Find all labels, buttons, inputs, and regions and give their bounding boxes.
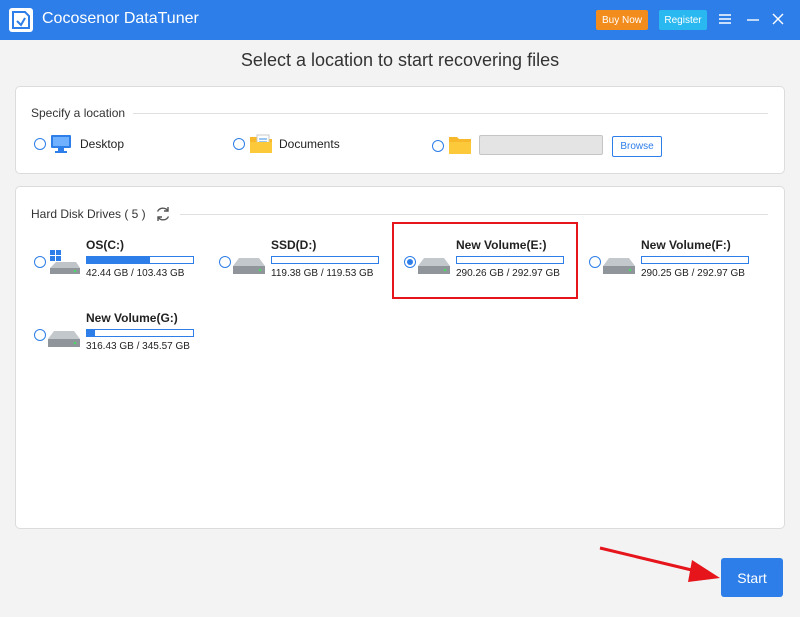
custom-path-radio[interactable]	[432, 140, 444, 152]
drive-name: New Volume(G:)	[86, 311, 178, 325]
documents-radio[interactable]	[233, 138, 245, 150]
drive-item-c[interactable]: OS(C:) 42.44 GB / 103.43 GB	[34, 236, 214, 296]
drive-radio[interactable]	[589, 256, 601, 268]
app-title: Cocosenor DataTuner	[42, 10, 199, 27]
section-divider	[130, 113, 768, 114]
drive-size: 42.44 GB / 103.43 GB	[86, 268, 185, 279]
start-button[interactable]: Start	[721, 558, 783, 597]
folder-icon	[448, 133, 472, 157]
drive-usage-fill	[87, 330, 96, 336]
drive-item-f[interactable]: New Volume(F:) 290.25 GB / 292.97 GB	[589, 236, 769, 296]
drive-radio[interactable]	[34, 256, 46, 268]
drive-usage-bar	[641, 256, 749, 264]
menu-icon[interactable]	[718, 12, 732, 26]
drive-item-d[interactable]: SSD(D:) 119.38 GB / 119.53 GB	[219, 236, 399, 296]
buy-now-button[interactable]: Buy Now	[596, 10, 648, 30]
monitor-icon	[50, 133, 72, 155]
drives-section-label: Hard Disk Drives ( 5 )	[31, 207, 154, 221]
section-divider	[180, 214, 768, 215]
page-title: Select a location to start recovering fi…	[240, 50, 560, 70]
hard-drive-icon	[46, 317, 80, 351]
drive-usage-bar	[271, 256, 379, 264]
hard-drive-icon	[231, 244, 265, 278]
desktop-label[interactable]: Desktop	[80, 137, 124, 151]
annotation-arrow-icon	[596, 540, 726, 590]
drive-size: 316.43 GB / 345.57 GB	[86, 341, 190, 352]
selection-highlight-box	[392, 222, 578, 299]
drive-item-g[interactable]: New Volume(G:) 316.43 GB / 345.57 GB	[34, 309, 214, 369]
browse-button[interactable]: Browse	[612, 136, 662, 157]
title-bar: Cocosenor DataTuner Buy Now Register	[0, 0, 800, 40]
windows-drive-icon	[46, 244, 80, 278]
drive-name: New Volume(F:)	[641, 238, 731, 252]
drive-radio[interactable]	[219, 256, 231, 268]
location-section-label: Specify a location	[31, 106, 134, 120]
register-button[interactable]: Register	[659, 10, 707, 30]
drive-size: 290.25 GB / 292.97 GB	[641, 268, 745, 279]
documents-label[interactable]: Documents	[279, 137, 340, 151]
drive-radio[interactable]	[34, 329, 46, 341]
close-icon[interactable]	[771, 12, 785, 26]
documents-folder-icon	[249, 132, 273, 156]
drive-name: OS(C:)	[86, 238, 124, 252]
minimize-icon[interactable]	[746, 12, 760, 26]
drive-size: 119.38 GB / 119.53 GB	[271, 268, 374, 279]
drive-usage-bar	[86, 329, 194, 337]
location-panel	[15, 86, 785, 174]
drive-usage-bar	[86, 256, 194, 264]
refresh-icon[interactable]	[154, 205, 172, 223]
hard-drive-icon	[601, 244, 635, 278]
drive-name: SSD(D:)	[271, 238, 317, 252]
drive-usage-fill	[87, 257, 150, 263]
desktop-radio[interactable]	[34, 138, 46, 150]
path-input[interactable]	[479, 135, 603, 155]
app-logo-icon	[9, 8, 33, 32]
